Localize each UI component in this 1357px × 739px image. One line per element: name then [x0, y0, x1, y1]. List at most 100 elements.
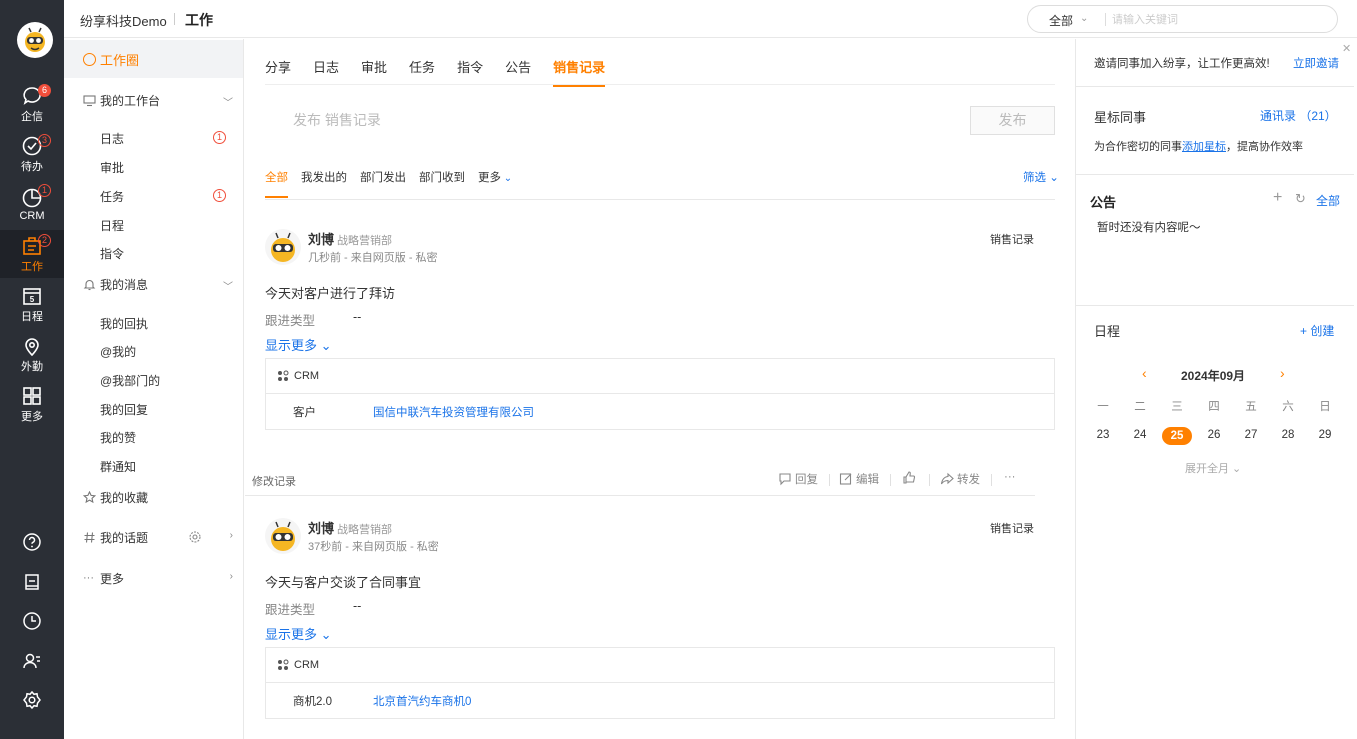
calendar-day[interactable]: 29 — [1307, 429, 1343, 441]
crm-card-header: CRM — [266, 359, 1054, 394]
reply-label: 回复 — [795, 474, 818, 486]
nav-label: 工作圈 — [100, 52, 140, 68]
nav-item-log[interactable]: 日志 — [100, 130, 124, 147]
filter-more[interactable]: 更多 ⌄ — [478, 169, 512, 197]
crm-label: CRM — [294, 659, 320, 671]
search-input[interactable] — [1112, 11, 1322, 28]
nav-item-task[interactable]: 任务 — [100, 188, 124, 205]
crm-value-link[interactable]: 北京首汽约车商机0 — [373, 693, 471, 709]
screen-button[interactable]: 筛选 ⌄ — [1023, 169, 1059, 185]
notebook-icon — [25, 574, 39, 590]
rail-item-work[interactable]: 工作 2 — [0, 230, 64, 278]
contacts-link[interactable]: 通讯录 （21） — [1260, 107, 1337, 124]
tab-log[interactable]: 日志 — [313, 57, 339, 85]
chevron-left-icon[interactable]: ‹ — [1142, 365, 1147, 381]
rail-item-chat[interactable]: 企信 6 — [0, 80, 64, 128]
close-icon[interactable]: ✕ — [1342, 42, 1351, 55]
filter-dept-sent[interactable]: 部门发出 — [360, 169, 406, 197]
post-meta: 几秒前 - 来自网页版 - 私密 — [308, 252, 438, 264]
nav-item-at-dept[interactable]: @我部门的 — [100, 372, 160, 389]
rail-item-schedule[interactable]: 5 日程 — [0, 280, 64, 328]
nav-item-more[interactable]: ··· 更多 › — [64, 564, 243, 592]
calendar-day[interactable]: 27 — [1233, 429, 1269, 441]
filter-sent-by-me[interactable]: 我发出的 — [301, 169, 347, 197]
refresh-icon[interactable]: ↻ — [1295, 191, 1306, 207]
chevron-down-icon[interactable]: ⌄ — [1080, 13, 1088, 24]
settings-icon[interactable] — [188, 530, 202, 544]
nav-item-approval[interactable]: 审批 — [100, 159, 124, 176]
help-button[interactable] — [0, 527, 64, 557]
add-star-link[interactable]: 添加星标 — [1182, 141, 1226, 153]
calendar-day[interactable]: 28 — [1270, 429, 1306, 441]
avatar[interactable] — [265, 229, 301, 265]
publish-input[interactable]: 发布 销售记录 — [293, 110, 381, 130]
contacts-button[interactable] — [0, 646, 64, 676]
calendar-day-today[interactable]: 25 — [1162, 427, 1192, 445]
filter-all[interactable]: 全部 — [265, 169, 288, 198]
tab-task[interactable]: 任务 — [409, 57, 435, 85]
nav-group-messages[interactable]: 我的消息 ﹀ — [64, 270, 243, 298]
settings-button[interactable] — [0, 685, 64, 715]
rail-item-todo[interactable]: 待办 3 — [0, 130, 64, 178]
rail-item-field[interactable]: 外勤 — [0, 330, 64, 378]
expand-month-button[interactable]: 展开全月 ⌄ — [1185, 460, 1241, 476]
avatar[interactable] — [265, 518, 301, 554]
search-divider — [1105, 13, 1106, 26]
invite-link[interactable]: 立即邀请 — [1293, 55, 1339, 71]
tab-sales-record[interactable]: 销售记录 — [553, 57, 606, 87]
publish-button[interactable]: 发布 — [970, 106, 1055, 135]
tab-approval[interactable]: 审批 — [361, 57, 387, 85]
author-name[interactable]: 刘博 — [308, 229, 334, 248]
more-actions-button[interactable]: ··· — [1004, 471, 1016, 483]
nav-item-receipts[interactable]: 我的回执 — [100, 315, 148, 332]
edit-button[interactable]: 编辑 — [839, 471, 879, 487]
forward-button[interactable]: 转发 — [940, 471, 980, 487]
nav-item-likes[interactable]: 我的赞 — [100, 429, 136, 446]
rail-item-more[interactable]: 更多 — [0, 380, 64, 428]
announcement-title: 公告 — [1090, 195, 1117, 210]
divider — [1076, 86, 1354, 87]
bell-icon — [83, 279, 96, 290]
announcement-all-link[interactable]: 全部 — [1316, 192, 1340, 209]
nav-item-replies[interactable]: 我的回复 — [100, 401, 148, 418]
tab-announcement[interactable]: 公告 — [505, 57, 531, 85]
nav-group-workbench[interactable]: 我的工作台 ﹀ — [64, 86, 243, 114]
divider — [265, 199, 1055, 200]
nav-item-at-me[interactable]: @我的 — [100, 343, 136, 360]
filter-dept-received[interactable]: 部门收到 — [419, 169, 465, 197]
rail-label: 日程 — [21, 310, 43, 323]
notes-button[interactable] — [0, 567, 64, 597]
search-scope-select[interactable]: 全部 — [1049, 12, 1073, 29]
edit-record-link[interactable]: 修改记录 — [252, 473, 296, 489]
weekday-label: 三 — [1171, 401, 1183, 413]
crm-value-link[interactable]: 国信中联汽车投资管理有限公司 — [373, 404, 534, 420]
rail-item-crm[interactable]: CRM 1 — [0, 180, 64, 228]
rail-label: 更多 — [21, 410, 43, 423]
reply-button[interactable]: 回复 — [778, 471, 818, 487]
show-more-link[interactable]: 显示更多 ⌄ — [265, 335, 332, 354]
nav-item-group-notice[interactable]: 群通知 — [100, 458, 136, 475]
nav-item-topics[interactable]: 我的话题 › — [64, 523, 243, 551]
plus-icon[interactable]: + — [1273, 189, 1282, 207]
tab-instruction[interactable]: 指令 — [457, 57, 483, 85]
nav-item-schedule[interactable]: 日程 — [100, 217, 124, 234]
calendar-day[interactable]: 23 — [1085, 429, 1121, 441]
tab-share[interactable]: 分享 — [265, 57, 291, 85]
post-meta: 37秒前 - 来自网页版 - 私密 — [308, 541, 439, 553]
author-name[interactable]: 刘博 — [308, 518, 334, 537]
nav-item-work-circle[interactable]: 工作圈 — [64, 40, 243, 78]
calendar-day[interactable]: 26 — [1196, 429, 1232, 441]
like-button[interactable] — [902, 471, 919, 485]
nav-item-instruction[interactable]: 指令 — [100, 245, 124, 262]
rail-label: 企信 — [21, 110, 43, 123]
create-schedule-button[interactable]: + 创建 — [1300, 322, 1334, 339]
title-divider — [174, 13, 175, 25]
nav-item-favorites[interactable]: 我的收藏 — [64, 483, 243, 511]
chevron-right-icon[interactable]: › — [1280, 365, 1285, 381]
app-logo[interactable] — [17, 22, 53, 58]
show-more-link[interactable]: 显示更多 ⌄ — [265, 624, 332, 643]
calendar-day[interactable]: 24 — [1122, 429, 1158, 441]
divider — [265, 84, 1055, 85]
search-box: 全部 ⌄ — [1027, 5, 1338, 33]
history-button[interactable] — [0, 606, 64, 636]
